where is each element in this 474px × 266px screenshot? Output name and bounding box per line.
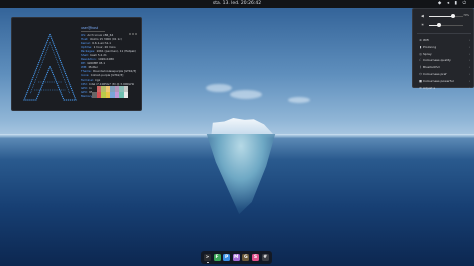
quick-settings-label: Colourness powerful	[423, 78, 454, 83]
dock-app-store[interactable]: S	[252, 254, 259, 261]
dock: > F P M G S #	[201, 251, 272, 264]
cloud	[206, 84, 232, 92]
quick-settings-item[interactable]: ▮ Prolonng ›	[416, 44, 472, 51]
dock-app-files[interactable]: F	[213, 254, 221, 261]
arch-logo	[23, 32, 77, 101]
brightness-knob[interactable]	[437, 23, 442, 27]
sun-icon: ☀	[421, 23, 425, 27]
window-controls[interactable]	[128, 20, 138, 35]
iceberg	[211, 118, 273, 134]
quick-settings-item[interactable]: ⏻Colourness pref ›	[416, 71, 472, 78]
chevron-right-icon: ›	[468, 65, 470, 70]
clock[interactable]: sta. 13. led. 20:26:42	[0, 0, 474, 8]
quick-settings-label: Wifi	[423, 38, 429, 42]
info-key: OS:	[81, 32, 86, 37]
running-indicator	[206, 262, 209, 263]
info-key: Icons:	[81, 73, 90, 78]
iceberg-underwater	[206, 134, 276, 214]
quick-settings-item[interactable]: ⚙Adjust a ›	[416, 85, 472, 92]
chevron-right-icon: ›	[468, 71, 470, 76]
chevron-right-icon: ›	[468, 44, 470, 49]
volume-percent: 70%	[463, 13, 469, 17]
cloud	[230, 90, 262, 99]
divider	[417, 33, 471, 34]
quick-settings-item[interactable]: ◎Spray ›	[416, 51, 472, 58]
quick-settings-menu: ≋Wifi › ▮ Prolonng › ◎Spray › ☾Colourness quali…	[416, 37, 472, 91]
speaker-icon: ◀	[421, 14, 424, 18]
info-key: Host:	[81, 36, 89, 41]
dock-app-terminal[interactable]: >	[204, 254, 211, 261]
cloud	[288, 97, 310, 103]
color-palette	[92, 86, 128, 98]
quick-settings-label: Adjust a	[423, 85, 436, 90]
quick-settings-label: Colourness quality	[423, 58, 451, 63]
network-icon: ◆	[437, 1, 444, 6]
quick-settings-item[interactable]: ■Colourness powerful ›	[416, 78, 472, 85]
terminal-titlebar[interactable]	[12, 18, 141, 35]
dock-app-photos[interactable]: P	[223, 254, 231, 261]
system-tray[interactable]: ◆ ◂ ▮ ⏻	[438, 0, 468, 8]
power-icon: ⏻	[462, 1, 468, 6]
quick-settings-item[interactable]: ᛒ Bluetoothd ›	[416, 64, 472, 71]
dock-app-gimp[interactable]: G	[242, 254, 250, 261]
terminal-window[interactable]: user@host OS: Arch Linux x86_64 Host: Vostr…	[11, 17, 142, 111]
dock-app-music[interactable]: M	[232, 254, 240, 261]
chevron-right-icon: ›	[468, 58, 470, 63]
chevron-right-icon: ›	[468, 78, 470, 83]
quick-settings-label: Bluetoothd	[423, 65, 440, 70]
top-bar: sta. 13. led. 20:26:42 ◆ ◂ ▮ ⏻	[0, 0, 474, 8]
quick-settings-label: Colourness pref	[423, 71, 447, 76]
quick-settings-panel: ◀ 70% ☀ ≋Wifi › ▮ Prolonng › ◎Spray › ☾Colourne…	[412, 8, 474, 91]
chevron-right-icon: ›	[468, 38, 470, 42]
battery-icon: ▮	[454, 1, 459, 6]
quick-settings-label: Prolonng	[423, 44, 437, 49]
chevron-right-icon: ›	[468, 85, 470, 90]
divider	[81, 30, 105, 32]
palette-swatch	[123, 92, 128, 98]
chevron-right-icon: ›	[468, 51, 470, 56]
volume-slider[interactable]: ◀ 70%	[421, 13, 469, 19]
dock-app-grid[interactable]: #	[261, 254, 269, 261]
quick-settings-label: Spray	[423, 51, 432, 56]
volume-knob[interactable]	[450, 14, 455, 18]
user-host: user@host	[81, 26, 99, 30]
brightness-slider[interactable]: ☀	[421, 22, 469, 28]
quick-settings-item[interactable]: ≋Wifi ›	[416, 37, 472, 44]
quick-settings-item[interactable]: ☾Colourness quality ›	[416, 57, 472, 64]
volume-icon: ◂	[446, 1, 452, 6]
